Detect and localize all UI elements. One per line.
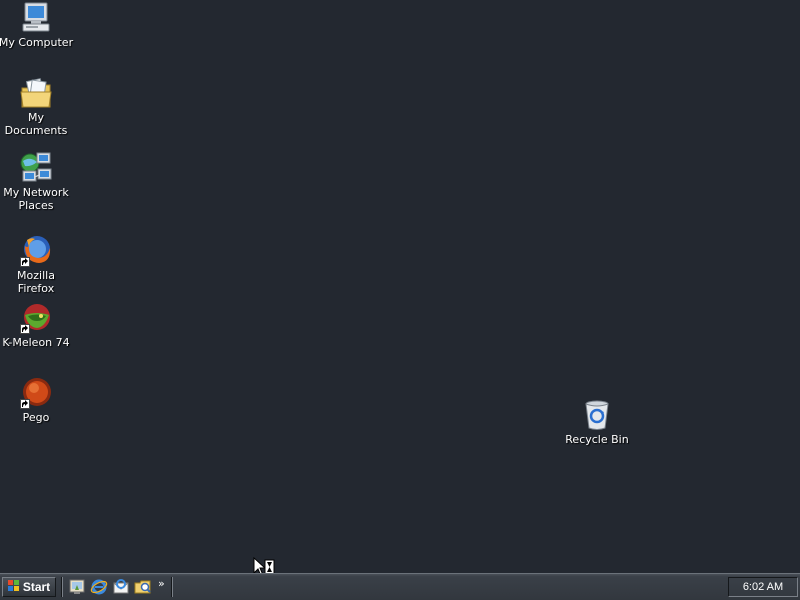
desktop-icon-label: My Computer bbox=[0, 36, 74, 49]
recycle-bin-icon bbox=[580, 398, 614, 432]
show-desktop-icon[interactable] bbox=[68, 578, 86, 596]
start-button[interactable]: Start bbox=[2, 577, 56, 597]
desktop[interactable]: My Computer My Documents My Network Plac… bbox=[0, 0, 800, 577]
windows-logo-icon bbox=[7, 579, 20, 595]
desktop-icon-recycle-bin[interactable]: Recycle Bin bbox=[559, 398, 635, 446]
internet-explorer-icon[interactable] bbox=[90, 578, 108, 596]
desktop-icon-label: K-Meleon 74 bbox=[2, 336, 70, 349]
desktop-icon-label: Recycle Bin bbox=[565, 433, 629, 446]
taskbar-separator bbox=[170, 577, 173, 597]
system-tray: 6:02 AM bbox=[728, 577, 798, 597]
my-documents-icon bbox=[19, 76, 53, 110]
start-label: Start bbox=[22, 580, 51, 594]
desktop-icon-k-meleon[interactable]: K-Meleon 74 bbox=[0, 301, 74, 349]
taskbar: Start » 6:02 AM bbox=[0, 573, 800, 600]
desktop-icon-mozilla-firefox[interactable]: Mozilla Firefox bbox=[0, 234, 74, 295]
pego-icon bbox=[19, 376, 53, 410]
shortcut-arrow-icon bbox=[20, 399, 30, 409]
shortcut-arrow-icon bbox=[20, 324, 30, 334]
windows-explorer-icon[interactable] bbox=[134, 578, 152, 596]
shortcut-arrow-icon bbox=[20, 257, 30, 267]
network-places-icon bbox=[19, 151, 53, 185]
desktop-icon-my-network-places[interactable]: My Network Places bbox=[0, 151, 74, 212]
quick-launch-more-button[interactable]: » bbox=[158, 577, 165, 590]
clock[interactable]: 6:02 AM bbox=[743, 581, 783, 593]
desktop-icon-label: My Network Places bbox=[3, 186, 69, 212]
desktop-icon-my-documents[interactable]: My Documents bbox=[0, 76, 74, 137]
desktop-icon-label: Mozilla Firefox bbox=[17, 269, 55, 295]
desktop-icon-label: Pego bbox=[22, 411, 50, 424]
desktop-icon-my-computer[interactable]: My Computer bbox=[0, 1, 74, 49]
taskbar-separator bbox=[61, 577, 63, 597]
outlook-express-icon[interactable] bbox=[112, 578, 130, 596]
kmeleon-icon bbox=[19, 301, 53, 335]
desktop-icon-label: My Documents bbox=[4, 111, 68, 137]
desktop-icon-pego[interactable]: Pego bbox=[0, 376, 74, 424]
my-computer-icon bbox=[19, 1, 53, 35]
firefox-icon bbox=[19, 234, 53, 268]
